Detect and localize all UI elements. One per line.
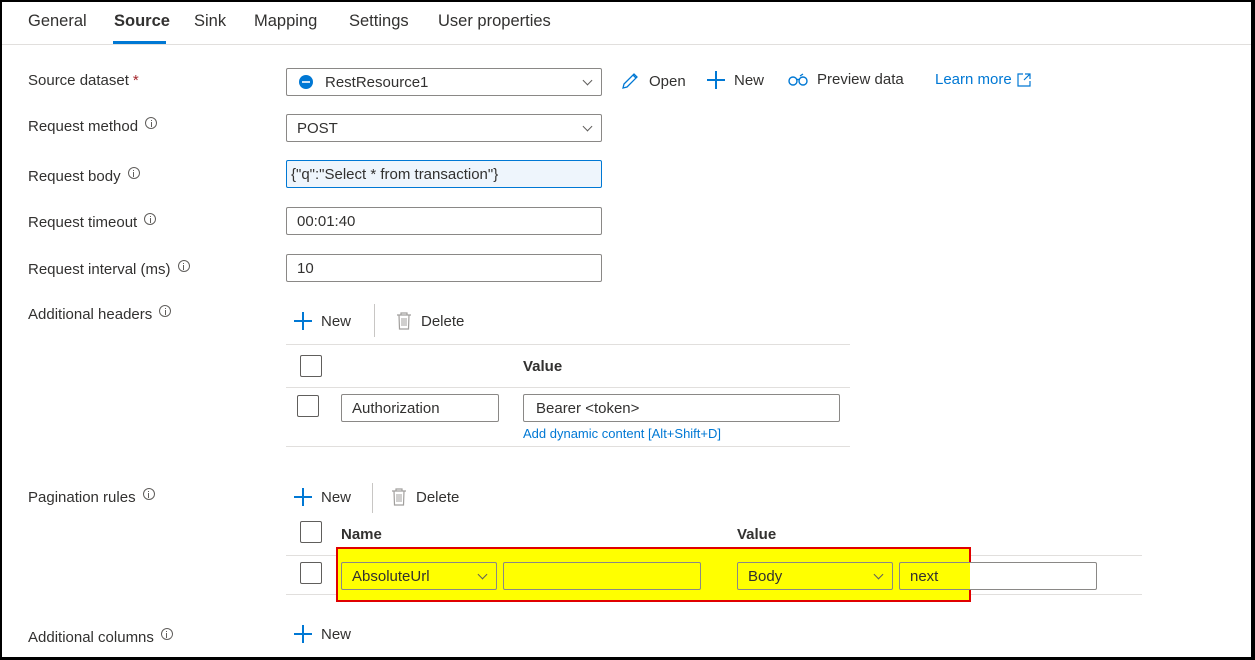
source-dataset-select[interactable]: RestResource1 <box>286 68 602 96</box>
select-all-headers-checkbox[interactable] <box>300 355 322 377</box>
additional-columns-label-text: Additional columns <box>28 629 154 646</box>
learn-more-label: Learn more <box>935 71 1012 88</box>
info-icon[interactable] <box>160 627 173 640</box>
request-body-value: {"q":"Select * from transaction"} <box>291 165 499 183</box>
request-method-label: Request method <box>28 116 158 135</box>
info-icon[interactable] <box>177 259 190 272</box>
request-method-select[interactable]: POST <box>286 114 602 142</box>
request-body-label-text: Request body <box>28 168 121 185</box>
copy-activity-source-panel: General Source Sink Mapping Settings Use… <box>2 2 1251 657</box>
rule-value-type-value: Body <box>748 567 783 585</box>
tab-sink[interactable]: Sink <box>194 12 226 31</box>
new-label: New <box>321 312 352 330</box>
tab-settings[interactable]: Settings <box>349 12 409 31</box>
rule-name-type-select[interactable]: AbsoluteUrl <box>341 562 497 590</box>
header-value-input[interactable]: Bearer <token> <box>523 394 840 422</box>
rule-column-value: Value <box>737 526 777 543</box>
plus-icon <box>707 71 725 89</box>
rule-column-name: Name <box>341 526 382 543</box>
chevron-down-icon <box>873 569 884 580</box>
add-header-button[interactable]: New <box>294 312 351 330</box>
open-label: Open <box>649 72 686 90</box>
info-icon[interactable] <box>127 166 140 179</box>
table-divider <box>286 344 850 345</box>
active-tab-indicator <box>113 41 166 44</box>
source-dataset-label: Source dataset * <box>28 72 139 89</box>
header-name-input[interactable]: Authorization <box>341 394 499 422</box>
new-label: New <box>734 71 765 89</box>
additional-columns-label: Additional columns <box>28 627 173 646</box>
header-name-value: Authorization <box>352 399 440 417</box>
request-body-input[interactable]: {"q":"Select * from transaction"} <box>286 160 602 188</box>
preview-data-label: Preview data <box>817 71 904 88</box>
rest-dataset-icon <box>299 75 313 89</box>
plus-icon <box>294 625 312 643</box>
request-method-value: POST <box>297 119 338 137</box>
info-icon[interactable] <box>142 487 155 500</box>
tab-user-properties[interactable]: User properties <box>438 12 551 31</box>
open-dataset-button[interactable]: Open <box>620 71 686 91</box>
chevron-down-icon <box>477 569 488 580</box>
trash-icon <box>396 312 412 330</box>
chevron-down-icon <box>582 121 593 132</box>
request-timeout-label: Request timeout <box>28 212 157 231</box>
rule-value-type-select[interactable]: Body <box>737 562 893 590</box>
request-method-label-text: Request method <box>28 118 139 135</box>
request-timeout-value: 00:01:40 <box>297 212 356 230</box>
info-icon[interactable] <box>144 212 157 225</box>
request-interval-label-text: Request interval (ms) <box>28 261 171 278</box>
additional-headers-label-text: Additional headers <box>28 306 153 323</box>
pagination-rules-label: Pagination rules <box>28 487 155 506</box>
add-column-button[interactable]: New <box>294 625 351 643</box>
new-label: New <box>321 625 352 643</box>
request-interval-value: 10 <box>297 259 314 277</box>
request-interval-label: Request interval (ms) <box>28 259 190 278</box>
info-icon[interactable] <box>159 304 172 317</box>
tab-source[interactable]: Source <box>114 12 170 31</box>
request-timeout-label-text: Request timeout <box>28 214 138 231</box>
rule-name-input[interactable] <box>503 562 701 590</box>
new-dataset-button[interactable]: New <box>707 71 764 89</box>
select-all-rules-checkbox[interactable] <box>300 521 322 543</box>
table-divider <box>286 446 850 447</box>
pagination-rules-label-text: Pagination rules <box>28 489 136 506</box>
trash-icon <box>391 488 407 506</box>
info-icon[interactable] <box>145 116 158 129</box>
delete-label: Delete <box>421 312 465 330</box>
add-pagination-rule-button[interactable]: New <box>294 488 351 506</box>
delete-pagination-rule-button[interactable]: Delete <box>391 488 459 506</box>
delete-header-button[interactable]: Delete <box>396 312 464 330</box>
plus-icon <box>294 312 312 330</box>
plus-icon <box>294 488 312 506</box>
toolbar-divider <box>374 304 375 337</box>
request-interval-input[interactable]: 10 <box>286 254 602 282</box>
header-column-value: Value <box>523 358 563 375</box>
required-asterisk: * <box>132 72 139 89</box>
source-dataset-value: RestResource1 <box>325 73 429 91</box>
source-dataset-label-text: Source dataset <box>28 72 129 89</box>
header-row-checkbox[interactable] <box>297 395 319 417</box>
additional-headers-label: Additional headers <box>28 304 172 323</box>
rule-row-checkbox[interactable] <box>300 562 322 584</box>
external-link-icon <box>1017 72 1031 87</box>
table-divider <box>286 387 850 388</box>
tab-general[interactable]: General <box>28 12 87 31</box>
chevron-down-icon <box>582 75 593 86</box>
delete-label: Delete <box>416 488 460 506</box>
learn-more-link[interactable]: Learn more <box>935 71 1031 88</box>
rule-value-text: next <box>910 567 939 585</box>
rule-name-type-value: AbsoluteUrl <box>352 567 430 585</box>
tab-bar: General Source Sink Mapping Settings Use… <box>2 2 1251 45</box>
tab-mapping[interactable]: Mapping <box>254 12 317 31</box>
rule-value-input[interactable]: next <box>899 562 1097 590</box>
glasses-icon <box>788 72 808 87</box>
toolbar-divider <box>372 483 373 513</box>
request-body-label: Request body <box>28 166 140 185</box>
preview-data-button[interactable]: Preview data <box>788 71 904 88</box>
new-label: New <box>321 488 352 506</box>
request-timeout-input[interactable]: 00:01:40 <box>286 207 602 235</box>
add-dynamic-content-link[interactable]: Add dynamic content [Alt+Shift+D] <box>523 426 721 441</box>
pencil-icon <box>620 71 640 91</box>
header-value-text: Bearer <token> <box>536 399 640 417</box>
